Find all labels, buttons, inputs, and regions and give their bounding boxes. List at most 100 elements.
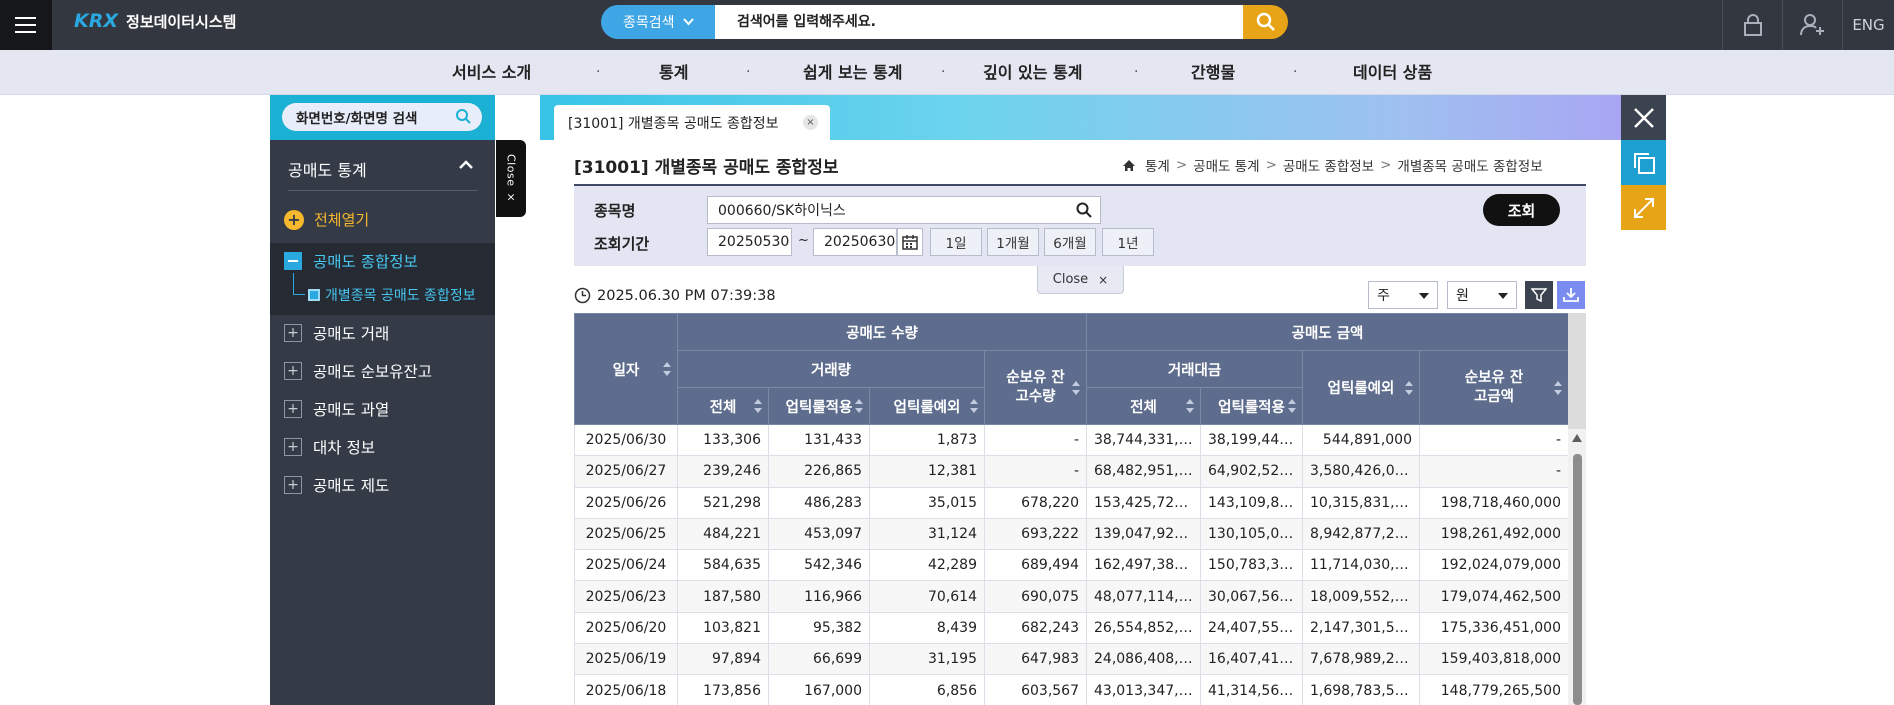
- calendar-button[interactable]: [897, 228, 923, 256]
- search-type-dropdown[interactable]: 종목검색: [601, 5, 715, 39]
- header-date[interactable]: 일자: [574, 313, 678, 425]
- range-1day-button[interactable]: 1일: [930, 228, 982, 256]
- close-icon: ×: [1098, 272, 1109, 287]
- nav-item-easy-stats[interactable]: 쉽게 보는 통계: [803, 50, 902, 95]
- filter-button[interactable]: [1525, 281, 1553, 309]
- expand-button[interactable]: [1621, 185, 1666, 230]
- table-cell: 521,298: [677, 486, 769, 519]
- lock-button[interactable]: [1722, 0, 1782, 50]
- sort-icon[interactable]: [1405, 380, 1413, 395]
- sort-icon[interactable]: [1072, 380, 1080, 395]
- start-date-input[interactable]: 20250530: [707, 228, 792, 256]
- breadcrumb-item[interactable]: 통계: [1145, 155, 1170, 175]
- nav-item-stats[interactable]: 통계: [659, 50, 688, 95]
- scrollbar-header-track: [1568, 313, 1586, 429]
- header-qty-uptick[interactable]: 업틱룰적용: [768, 387, 870, 425]
- sidebar-close-tab[interactable]: Close ×: [496, 140, 526, 217]
- add-user-button[interactable]: [1782, 0, 1842, 50]
- header-net-qty[interactable]: 순보유 잔고수량: [984, 350, 1087, 425]
- header-label: 업틱룰적용: [1218, 399, 1285, 416]
- breadcrumb-item[interactable]: 공매도 통계: [1193, 155, 1259, 175]
- dropdown-arrow-icon: [1419, 293, 1429, 299]
- sidebar-item-short-system[interactable]: + 공매도 제도: [284, 474, 389, 496]
- table-row[interactable]: 2025/06/26 521,298 486,283 35,015 678,220 153…: [574, 486, 1569, 519]
- range-1year-button[interactable]: 1년: [1102, 228, 1154, 256]
- header-group-qty: 공매도 수량: [677, 313, 1087, 351]
- logo[interactable]: KRX 정보데이터시스템: [74, 10, 236, 32]
- right-tool-panel: [1621, 95, 1666, 230]
- table-row[interactable]: 2025/06/30 133,306 131,433 1,873-38,744,331…: [574, 423, 1569, 457]
- table-cell: 42,289: [869, 549, 985, 582]
- search-icon[interactable]: [1076, 202, 1092, 218]
- vertical-scrollbar[interactable]: [1568, 313, 1586, 705]
- query-button[interactable]: 조회: [1483, 194, 1560, 226]
- table-cell: 187,580: [677, 580, 769, 613]
- table-cell: 38,744,331,2...: [1086, 423, 1201, 457]
- hamburger-menu-button[interactable]: [0, 0, 52, 50]
- sort-icon[interactable]: [1554, 380, 1562, 395]
- scroll-up-icon[interactable]: [1572, 434, 1582, 442]
- sort-icon[interactable]: [970, 399, 978, 413]
- header-amt-uptick[interactable]: 업틱룰적용: [1200, 387, 1303, 425]
- home-icon[interactable]: [1122, 159, 1136, 172]
- range-6month-button[interactable]: 6개월: [1044, 228, 1096, 256]
- chevron-up-icon[interactable]: [458, 157, 474, 173]
- screen-search-input[interactable]: 화면번호/화면명 검색: [282, 103, 482, 131]
- table-row[interactable]: 2025/06/25 484,221 453,097 31,124 693,222 139…: [574, 517, 1569, 551]
- scrollbar-thumb[interactable]: [1573, 454, 1582, 705]
- breadcrumb-item[interactable]: 개별종목 공매도 종합정보: [1397, 155, 1542, 175]
- table-row[interactable]: 2025/06/18 173,856 167,000 6,856 603,567 43,0…: [574, 674, 1569, 705]
- download-button[interactable]: [1557, 281, 1585, 309]
- calendar-icon: [902, 235, 918, 250]
- sidebar-item-short-summary[interactable]: 공매도 종합정보: [284, 250, 418, 272]
- sidebar-item-short-trade[interactable]: + 공매도 거래: [284, 322, 389, 344]
- table-row[interactable]: 2025/06/20 103,821 95,382 8,439 682,243 26,55…: [574, 611, 1569, 645]
- search-input[interactable]: [715, 5, 1245, 39]
- stock-name-input[interactable]: 000660/SK하이닉스: [707, 196, 1101, 224]
- nav-item-data-products[interactable]: 데이터 상품: [1353, 50, 1432, 95]
- language-toggle[interactable]: ENG: [1842, 0, 1894, 50]
- header-net-amt[interactable]: 순보유 잔고금액: [1419, 350, 1569, 425]
- expand-all-button[interactable]: + 전체열기: [284, 209, 369, 230]
- sort-icon[interactable]: [663, 362, 671, 376]
- range-1month-button[interactable]: 1개월: [987, 228, 1039, 256]
- close-window-button[interactable]: [1621, 95, 1666, 140]
- breadcrumb-item[interactable]: 공매도 종합정보: [1283, 155, 1374, 175]
- sort-icon[interactable]: [1186, 399, 1194, 413]
- table-cell: 48,077,114,2...: [1086, 580, 1201, 613]
- end-date-input[interactable]: 20250630: [813, 228, 897, 256]
- quantity-unit-select[interactable]: 주: [1368, 281, 1438, 309]
- header-exempt-amt[interactable]: 업틱룰예외: [1302, 350, 1420, 425]
- table-cell: 130,105,04...: [1200, 517, 1303, 551]
- nav-item-deep-stats[interactable]: 깊이 있는 통계: [983, 50, 1082, 95]
- sidebar-item-short-overheat[interactable]: + 공매도 과열: [284, 398, 389, 420]
- table-cell: 153,425,729,...: [1086, 486, 1201, 519]
- nav-item-publications[interactable]: 간행물: [1191, 50, 1235, 95]
- sidebar-subitem-individual-summary[interactable]: 개별종목 공매도 종합정보: [308, 285, 476, 305]
- nav-separator: ·: [596, 64, 601, 80]
- sort-icon[interactable]: [1288, 399, 1296, 413]
- filter-close-button[interactable]: Close ×: [1037, 266, 1124, 294]
- sidebar-item-lending[interactable]: + 대차 정보: [284, 436, 375, 458]
- header-qty-total[interactable]: 전체: [677, 387, 769, 425]
- table-cell: -: [984, 455, 1087, 488]
- table-cell: 24,407,551,...: [1200, 611, 1303, 645]
- sort-icon[interactable]: [754, 399, 762, 413]
- table-row[interactable]: 2025/06/19 97,894 66,699 31,195 647,983 24,08…: [574, 643, 1569, 676]
- table-row[interactable]: 2025/06/23 187,580 116,966 70,614 690,075 48,…: [574, 580, 1569, 613]
- new-window-button[interactable]: [1621, 140, 1666, 185]
- table-row[interactable]: 2025/06/24 584,635 542,346 42,289 689,494 162…: [574, 549, 1569, 582]
- tab-31001[interactable]: [31001] 개별종목 공매도 종합정보 ×: [554, 105, 830, 140]
- sidebar-section-title[interactable]: 공매도 통계: [288, 157, 367, 181]
- amount-unit-select[interactable]: 원: [1447, 281, 1517, 309]
- table-cell: 175,336,451,000: [1419, 611, 1569, 645]
- header-qty-exempt[interactable]: 업틱룰예외: [869, 387, 985, 425]
- nav-item-service[interactable]: 서비스 소개: [452, 50, 531, 95]
- sidebar-item-short-balance[interactable]: + 공매도 순보유잔고: [284, 360, 432, 382]
- header-amt-total[interactable]: 전체: [1086, 387, 1201, 425]
- table-row[interactable]: 2025/06/27 239,246 226,865 12,381-68,482,95…: [574, 455, 1569, 488]
- sort-icon[interactable]: [855, 399, 863, 413]
- close-icon[interactable]: ×: [803, 115, 818, 130]
- search-button[interactable]: [1243, 5, 1288, 39]
- table-cell: 148,779,265,500: [1419, 674, 1569, 705]
